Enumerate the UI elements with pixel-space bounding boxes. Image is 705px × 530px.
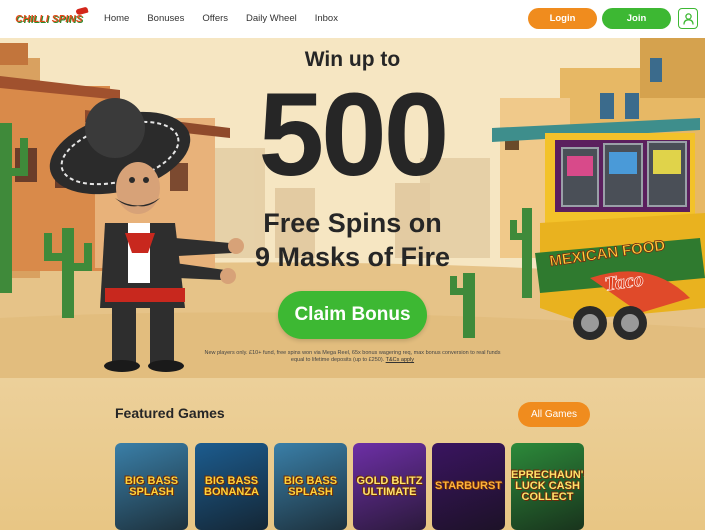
game-title: BIG BASS SPLASH bbox=[283, 474, 338, 498]
top-header: CHILLI SPINS Home Bonuses Offers Daily W… bbox=[0, 0, 705, 38]
game-tile[interactable]: STARBURST bbox=[432, 443, 505, 530]
logo-text: CHILLI SPINS bbox=[15, 13, 83, 25]
login-button[interactable]: Login bbox=[528, 8, 597, 29]
join-button[interactable]: Join bbox=[602, 8, 671, 29]
game-tile[interactable]: LEPRECHAUN'S LUCK CASH COLLECT bbox=[511, 443, 584, 530]
hero-sub-line2: 9 Masks of Fire bbox=[254, 242, 451, 272]
nav-bonuses[interactable]: Bonuses bbox=[147, 0, 193, 38]
hero-subheadline: Free Spins on 9 Masks of Fire bbox=[0, 206, 705, 274]
terms-line2-wrap: equal to lifetime deposits (up to £250).… bbox=[200, 357, 505, 364]
hero-sub-line1: Free Spins on bbox=[263, 208, 442, 238]
game-title: LEPRECHAUN'S LUCK CASH COLLECT bbox=[511, 469, 584, 503]
game-title: STARBURST bbox=[434, 480, 502, 492]
claim-bonus-button[interactable]: Claim Bonus bbox=[278, 291, 427, 339]
nav-daily-wheel[interactable]: Daily Wheel bbox=[246, 0, 306, 38]
brand-logo[interactable]: CHILLI SPINS bbox=[6, 6, 92, 31]
game-title: BIG BASS SPLASH bbox=[124, 474, 179, 498]
terms-text: New players only. £10+ fund, free spins … bbox=[200, 350, 505, 364]
terms-line1: New players only. £10+ fund, free spins … bbox=[204, 350, 501, 356]
main-nav: Home Bonuses Offers Daily Wheel Inbox bbox=[104, 0, 356, 38]
nav-inbox[interactable]: Inbox bbox=[315, 0, 347, 38]
game-tile[interactable]: BIG BASS BONANZA bbox=[195, 443, 268, 530]
game-title: BIG BASS BONANZA bbox=[204, 474, 259, 498]
featured-games-title: Featured Games bbox=[115, 405, 225, 421]
featured-games-row: BIG BASS SPLASH BIG BASS BONANZA BIG BAS… bbox=[115, 443, 587, 530]
game-tile[interactable]: BIG BASS SPLASH bbox=[115, 443, 188, 530]
all-games-button[interactable]: All Games bbox=[518, 402, 590, 427]
terms-link[interactable]: T&Cs apply bbox=[386, 357, 414, 363]
game-title: GOLD BLITZ ULTIMATE bbox=[356, 474, 423, 498]
user-icon bbox=[682, 12, 694, 25]
hero-banner: MEXICAN FOOD Taco Win up to 500 Free Spi… bbox=[0, 38, 705, 378]
nav-home[interactable]: Home bbox=[104, 0, 138, 38]
account-button[interactable] bbox=[678, 8, 698, 29]
hero-headline-number: 500 bbox=[258, 69, 450, 201]
game-tile[interactable]: BIG BASS SPLASH bbox=[274, 443, 347, 530]
game-tile[interactable]: GOLD BLITZ ULTIMATE bbox=[353, 443, 426, 530]
nav-offers[interactable]: Offers bbox=[202, 0, 237, 38]
terms-line2: equal to lifetime deposits (up to £250). bbox=[290, 357, 385, 363]
hero-content: Win up to 500 Free Spins on 9 Masks of F… bbox=[0, 38, 705, 378]
